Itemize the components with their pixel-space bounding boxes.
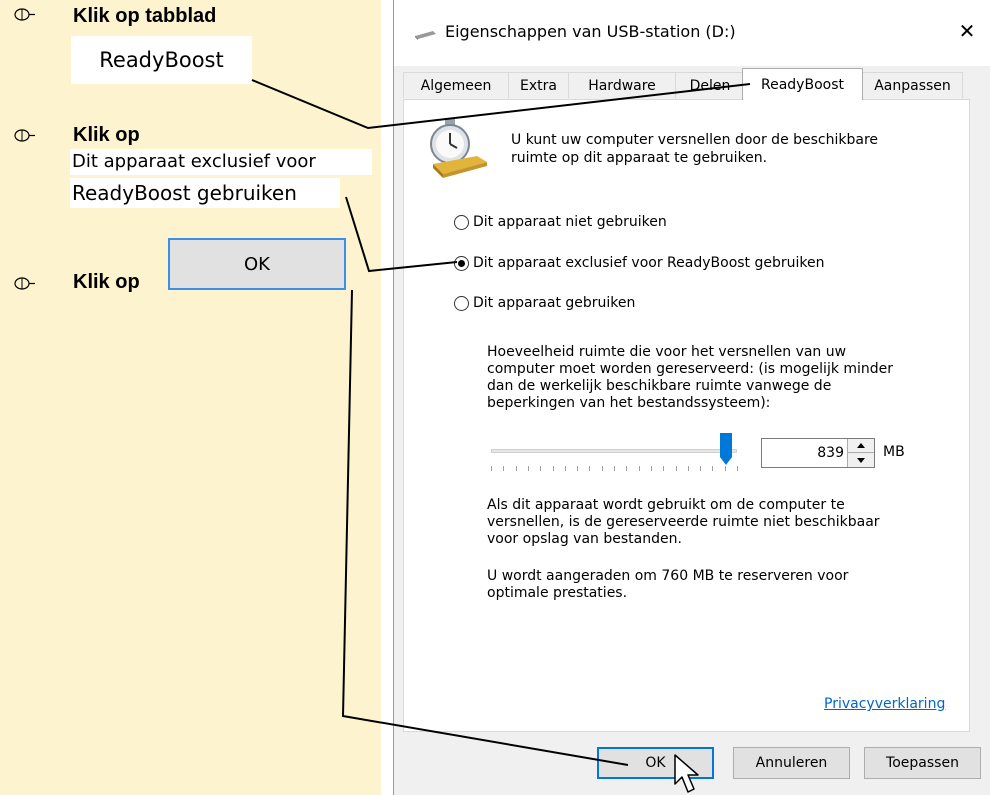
slider-tick <box>737 466 738 471</box>
step1-label: Klik op tabblad <box>73 5 217 27</box>
slider-tick <box>540 466 542 471</box>
slider-tick <box>712 466 714 471</box>
usb-drive-icon <box>415 31 436 40</box>
slider-tick <box>601 466 603 471</box>
mouse-pointer-icon <box>14 277 35 290</box>
note-text-line1: Als dit apparaat wordt gebruikt om de co… <box>487 497 845 513</box>
tab-hardware[interactable]: Hardware <box>568 72 676 98</box>
spin-down-icon[interactable] <box>848 453 874 467</box>
radio-label-niet-gebruiken[interactable]: Dit apparaat niet gebruiken <box>473 214 667 230</box>
slider-tick <box>515 466 517 471</box>
radio-label-exclusief[interactable]: Dit apparaat exclusief voor ReadyBoost g… <box>473 255 825 271</box>
radio-option-gebruiken[interactable] <box>454 296 469 311</box>
reserve-size-value: 839 <box>817 445 844 461</box>
note-text-line3: voor opslag van bestanden. <box>487 531 682 547</box>
slider-tick <box>614 466 615 471</box>
slider-tick <box>724 466 726 471</box>
slider-tick <box>589 466 591 471</box>
unit-label: MB <box>883 444 905 460</box>
slider-tick <box>577 466 579 471</box>
mouse-pointer-icon <box>14 8 35 21</box>
readyboost-panel <box>403 99 970 732</box>
close-icon[interactable]: ✕ <box>952 16 982 46</box>
apply-button[interactable]: Toepassen <box>864 747 981 779</box>
slider-tick <box>650 466 652 471</box>
step2-callout-line2: ReadyBoost gebruiken <box>70 178 340 208</box>
reserve-text-line1: Hoeveelheid ruimte die voor het versnell… <box>487 344 847 360</box>
reserve-text-line2: computer moet worden gereserveerd: (is m… <box>487 361 894 377</box>
slider-ticks <box>491 466 738 472</box>
readyboost-stopwatch-icon <box>430 118 487 178</box>
tab-extra[interactable]: Extra <box>508 72 569 98</box>
spin-up-icon[interactable] <box>848 439 874 453</box>
step2-label: Klik op <box>73 124 140 146</box>
recommend-text-line1: U wordt aangeraden om 760 MB te reserver… <box>487 568 849 584</box>
slider-track[interactable] <box>491 449 737 453</box>
intro-line1: U kunt uw computer versnellen door de be… <box>511 132 879 148</box>
cancel-button[interactable]: Annuleren <box>733 747 850 779</box>
mouse-pointer-icon <box>14 129 35 142</box>
slider-tick <box>687 466 689 471</box>
tab-aanpassen[interactable]: Aanpassen <box>862 72 963 98</box>
tab-algemeen[interactable]: Algemeen <box>403 72 509 98</box>
slider-tick <box>552 466 554 471</box>
reserve-text-line3: dan de werkelijk beschikbare ruimte vanw… <box>487 378 832 394</box>
slider-tick <box>491 466 492 471</box>
step1-callout: ReadyBoost <box>71 36 252 84</box>
privacy-link[interactable]: Privacyverklaring <box>824 696 945 712</box>
tab-readyboost[interactable]: ReadyBoost <box>742 68 863 100</box>
intro-line2: ruimte op dit apparaat te gebruiken. <box>511 150 768 166</box>
radio-option-exclusief[interactable] <box>454 256 469 271</box>
radio-label-gebruiken[interactable]: Dit apparaat gebruiken <box>473 295 635 311</box>
mouse-cursor-icon <box>674 754 699 793</box>
slider-thumb[interactable] <box>720 433 733 465</box>
instruction-panel <box>0 0 381 795</box>
dialog-title: Eigenschappen van USB-station (D:) <box>445 22 736 41</box>
slider-tick <box>503 466 505 471</box>
slider-tick <box>700 466 702 471</box>
slider-tick <box>675 466 677 471</box>
reserve-size-input[interactable]: 839 <box>761 438 875 468</box>
step3-label: Klik op <box>73 271 140 293</box>
reserve-text-line4: beperkingen van het bestandssysteem): <box>487 395 771 411</box>
slider-tick <box>663 466 665 471</box>
recommend-text-line2: optimale prestaties. <box>487 585 628 601</box>
slider-tick <box>638 466 640 471</box>
slider-tick <box>564 466 566 471</box>
spin-buttons[interactable] <box>847 439 874 467</box>
tab-delen[interactable]: Delen <box>675 72 745 98</box>
step2-callout-line1: Dit apparaat exclusief voor <box>70 149 372 175</box>
slider-tick <box>527 466 529 471</box>
slider-tick <box>626 466 628 471</box>
note-text-line2: versnellen, is de gereserveerde ruimte n… <box>487 514 880 530</box>
step3-ok-sample: OK <box>168 238 346 290</box>
radio-option-niet-gebruiken[interactable] <box>454 215 469 230</box>
